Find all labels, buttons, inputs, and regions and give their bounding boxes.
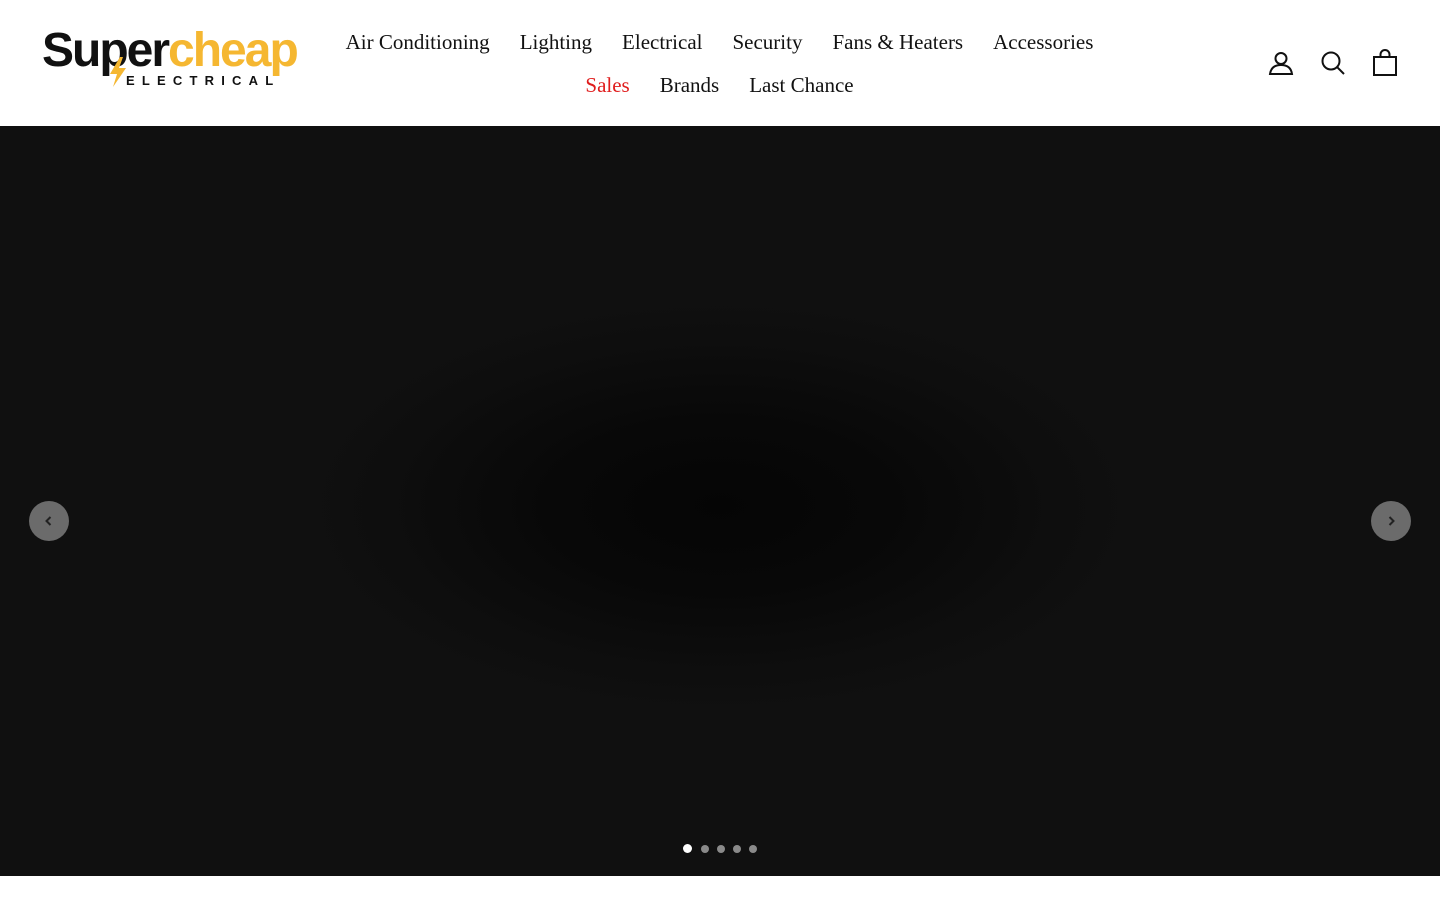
slide-dot-3[interactable] <box>717 844 725 853</box>
nav-item-security[interactable]: Security <box>717 21 817 64</box>
nav-item-brands[interactable]: Brands <box>645 64 735 107</box>
nav-item-sales[interactable]: Sales <box>570 64 644 107</box>
search-button[interactable] <box>1320 48 1346 78</box>
lightning-bolt-icon <box>110 57 126 87</box>
slideshow-prev-button[interactable] <box>29 501 69 541</box>
slideshow-next-button[interactable] <box>1371 501 1411 541</box>
site-logo[interactable]: Supercheap ELECTRICAL <box>42 27 300 91</box>
logo-wordmark: Supercheap <box>42 24 299 77</box>
hero-slideshow <box>0 126 1440 876</box>
slideshow-pagination <box>0 844 1440 853</box>
site-header: Supercheap ELECTRICAL Air Conditioning L… <box>0 0 1440 126</box>
nav-item-fans-heaters[interactable]: Fans & Heaters <box>817 21 978 64</box>
bag-icon <box>1373 49 1397 76</box>
logo-subtitle: ELECTRICAL <box>126 73 281 88</box>
slide-dot-4[interactable] <box>733 844 741 853</box>
page-content-below-hero <box>0 876 1440 900</box>
user-icon <box>1268 52 1294 75</box>
header-icon-group <box>1268 48 1398 78</box>
nav-item-last-chance[interactable]: Last Chance <box>734 64 868 107</box>
chevron-left-icon <box>45 516 52 526</box>
nav-item-electrical[interactable]: Electrical <box>607 21 717 64</box>
account-button[interactable] <box>1268 48 1294 78</box>
slide-dot-5[interactable] <box>749 844 757 853</box>
slide-dot-1[interactable] <box>683 844 692 853</box>
main-navigation: Air Conditioning Lighting Electrical Sec… <box>318 21 1121 107</box>
search-icon <box>1321 51 1345 75</box>
cart-button[interactable] <box>1372 48 1398 78</box>
nav-item-accessories[interactable]: Accessories <box>978 21 1108 64</box>
nav-item-air-conditioning[interactable]: Air Conditioning <box>331 21 505 64</box>
nav-item-lighting[interactable]: Lighting <box>505 21 607 64</box>
chevron-right-icon <box>1388 516 1395 526</box>
slide-dot-2[interactable] <box>701 844 709 853</box>
